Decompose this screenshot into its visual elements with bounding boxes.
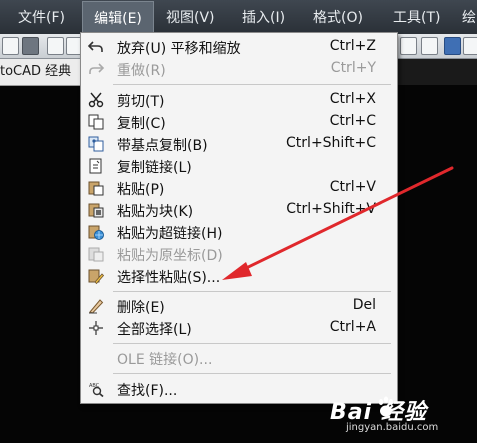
menu-item-paste-as-block[interactable]: 粘贴为块(K) Ctrl+Shift+V — [81, 199, 397, 221]
menu-item-label: 全部选择(L) — [117, 322, 192, 338]
menu-item-label: 粘贴为超链接(H) — [117, 226, 223, 242]
menu-item-label: 复制(C) — [117, 116, 166, 132]
menu-separator — [113, 291, 391, 292]
menu-separator — [113, 84, 391, 85]
menu-file[interactable]: 文件(F) — [18, 0, 65, 34]
menu-separator — [113, 343, 391, 344]
menu-edit[interactable]: 编辑(E) — [82, 1, 154, 34]
menu-item-cut[interactable]: 剪切(T) Ctrl+X — [81, 89, 397, 111]
workspace-dark-strip — [395, 59, 477, 85]
baidu-jingyan-watermark: Bai 经验 jingyan.baidu.com — [330, 394, 470, 440]
menu-item-paste-hyperlink[interactable]: 粘贴为超链接(H) — [81, 221, 397, 243]
toolbar-designcenter-icon[interactable] — [463, 37, 477, 55]
undo-icon — [87, 41, 103, 52]
menu-item-label: 粘贴为原坐标(D) — [117, 248, 223, 264]
menu-item-shortcut: Ctrl+A — [329, 319, 376, 335]
menu-item-shortcut: Ctrl+V — [329, 179, 376, 195]
paste-hyperlink-icon — [88, 225, 104, 240]
toolbar-open-icon[interactable] — [2, 37, 19, 55]
toolbar-save-icon[interactable] — [22, 37, 39, 55]
menu-item-shortcut: Ctrl+C — [329, 113, 376, 129]
watermark-url: jingyan.baidu.com — [346, 422, 439, 433]
menu-item-shortcut: Ctrl+Shift+C — [286, 135, 376, 151]
menu-format[interactable]: 格式(O) — [313, 0, 363, 34]
menu-item-delete[interactable]: 删除(E) Del — [81, 295, 397, 317]
paste-as-block-icon — [88, 203, 104, 218]
menu-item-label: 删除(E) — [117, 300, 165, 316]
eraser-icon — [89, 299, 104, 314]
redo-icon — [89, 63, 105, 74]
menu-item-shortcut: Ctrl+Z — [329, 38, 376, 54]
baidu-paw-icon — [378, 396, 394, 417]
workspace-title: toCAD 经典 — [0, 59, 85, 86]
paste-special-icon — [88, 269, 105, 285]
edit-dropdown-menu: 放弃(U) 平移和缩放 Ctrl+Z 重做(R) Ctrl+Y 剪切(T) Ct… — [80, 32, 398, 404]
menu-draw[interactable]: 绘 — [462, 0, 476, 34]
toolbar-properties-icon[interactable] — [444, 37, 461, 55]
menu-item-copy[interactable]: 复制(C) Ctrl+C — [81, 111, 397, 133]
menu-tools[interactable]: 工具(T) — [393, 0, 440, 34]
menu-item-label: 放弃(U) 平移和缩放 — [117, 41, 241, 57]
menu-item-label: 带基点复制(B) — [117, 138, 208, 154]
menu-item-label: 重做(R) — [117, 63, 166, 79]
toolbar-zoom-icon[interactable] — [400, 37, 417, 55]
menu-item-label: 粘贴为块(K) — [117, 204, 194, 220]
toolbar-print-icon[interactable] — [47, 37, 64, 55]
menu-item-label: 剪切(T) — [117, 94, 165, 110]
menu-view[interactable]: 视图(V) — [166, 0, 215, 34]
copy-link-icon — [89, 158, 102, 174]
menu-separator — [113, 373, 391, 374]
menu-item-paste-original-coords: 粘贴为原坐标(D) — [81, 243, 397, 265]
menu-item-label: 粘贴(P) — [117, 182, 165, 198]
menu-item-copy-with-basepoint[interactable]: 带基点复制(B) Ctrl+Shift+C — [81, 133, 397, 155]
menu-item-paste-special[interactable]: 选择性粘贴(S)... — [81, 265, 397, 287]
menu-item-ole-links: OLE 链接(O)... — [81, 347, 397, 369]
menu-item-select-all[interactable]: 全部选择(L) Ctrl+A — [81, 317, 397, 339]
menu-item-label: 查找(F)... — [117, 383, 178, 399]
menu-item-shortcut: Ctrl+Shift+V — [286, 201, 376, 217]
menu-item-shortcut: Ctrl+X — [329, 91, 376, 107]
paste-icon — [88, 181, 104, 196]
menu-bar: 文件(F) 编辑(E) 视图(V) 插入(I) 格式(O) 工具(T) 绘 — [0, 0, 477, 35]
menu-item-copy-link[interactable]: 复制链接(L) — [81, 155, 397, 177]
select-all-icon — [89, 321, 103, 335]
menu-item-shortcut: Ctrl+Y — [330, 60, 376, 76]
menu-item-label: OLE 链接(O)... — [117, 352, 213, 368]
menu-item-label: 复制链接(L) — [117, 160, 192, 176]
toolbar-zoom-previous-icon[interactable] — [421, 37, 438, 55]
workspace-title-text: toCAD 经典 — [0, 64, 72, 79]
menu-item-label: 选择性粘贴(S)... — [117, 270, 221, 286]
scissors-icon — [88, 92, 104, 108]
menu-item-shortcut: Del — [352, 297, 376, 313]
menu-item-paste[interactable]: 粘贴(P) Ctrl+V — [81, 177, 397, 199]
menu-item-redo: 重做(R) Ctrl+Y — [81, 58, 397, 80]
find-icon: ABC — [89, 383, 104, 398]
menu-insert[interactable]: 插入(I) — [242, 0, 285, 34]
menu-item-undo[interactable]: 放弃(U) 平移和缩放 Ctrl+Z — [81, 36, 397, 58]
copy-icon — [88, 114, 104, 130]
paste-original-coords-icon — [88, 247, 104, 262]
copy-with-basepoint-icon — [88, 136, 104, 152]
